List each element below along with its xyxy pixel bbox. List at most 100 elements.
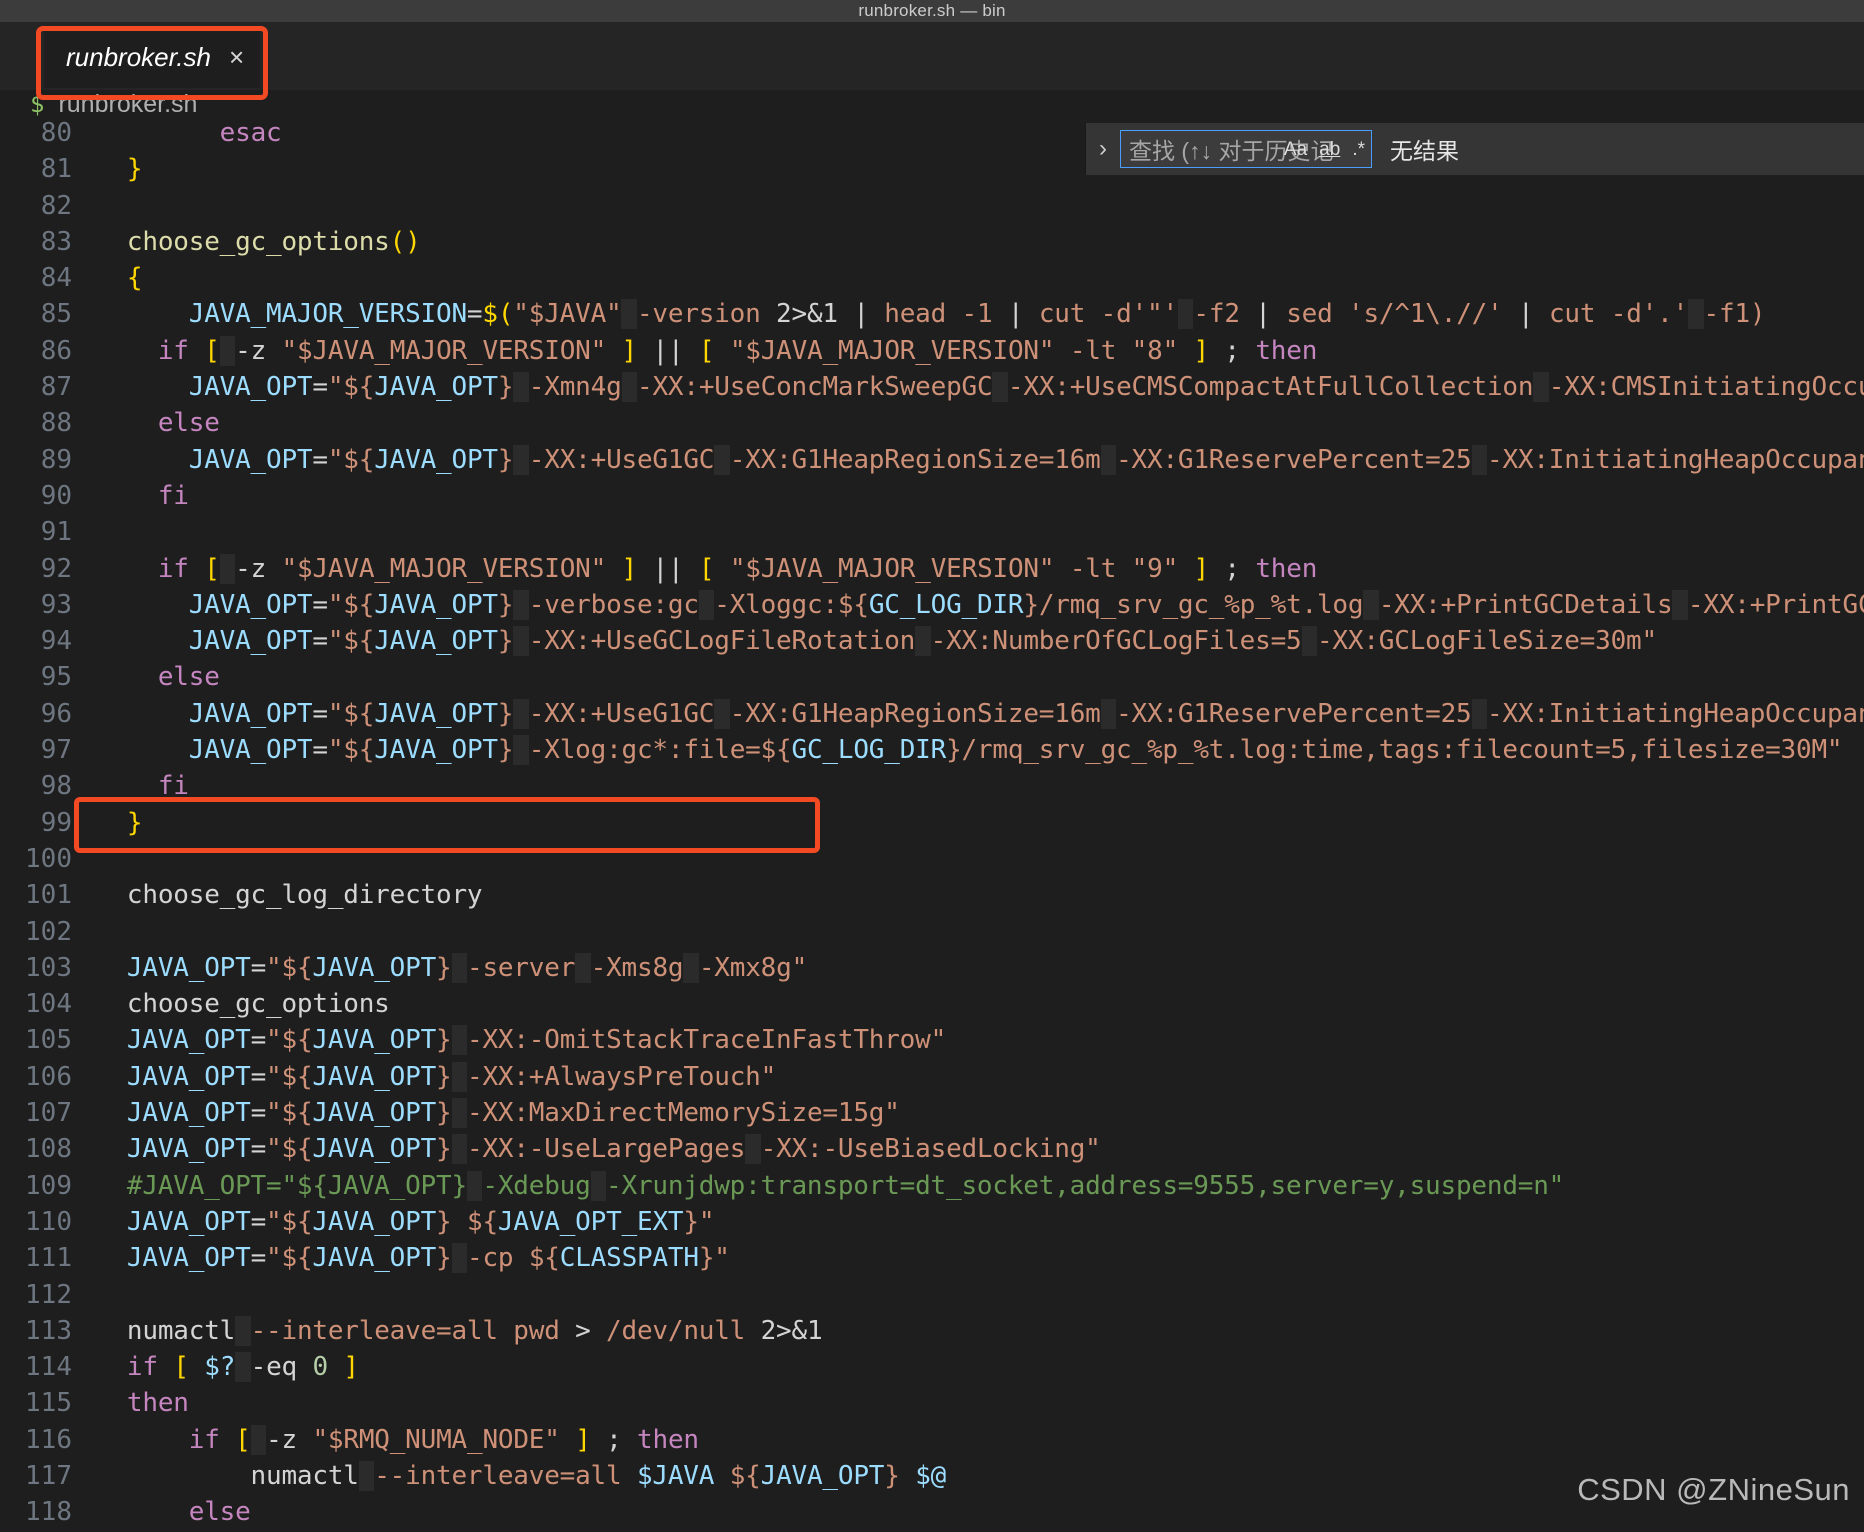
code-token: [ — [698, 335, 715, 366]
code-token — [745, 1134, 761, 1165]
code-line[interactable]: 98 fi — [0, 771, 1864, 807]
code-token: "${ — [266, 1025, 313, 1056]
code-line[interactable]: 107 JAVA_OPT="${JAVA_OPT} -XX:MaxDirectM… — [0, 1098, 1864, 1134]
breadcrumb-file-name[interactable]: runbroker.sh — [58, 90, 197, 119]
code-line[interactable]: 101 choose_gc_log_directory — [0, 880, 1864, 916]
line-number: 116 — [25, 1424, 72, 1455]
code-token — [451, 1098, 467, 1129]
code-text: fi — [96, 771, 189, 801]
code-line[interactable]: 99 } — [0, 808, 1864, 844]
code-token: JAVA_MAJOR_VERSION — [188, 299, 467, 330]
code-line[interactable]: 88 else — [0, 408, 1864, 444]
code-text: choose_gc_options — [96, 989, 390, 1019]
code-line[interactable]: 90 fi — [0, 481, 1864, 517]
line-number: 99 — [40, 807, 72, 838]
code-token: }" — [698, 1243, 730, 1274]
code-line[interactable]: 109 #JAVA_OPT="${JAVA_OPT} -Xdebug -Xrun… — [0, 1170, 1864, 1207]
code-line[interactable]: 106 JAVA_OPT="${JAVA_OPT} -XX:+AlwaysPre… — [0, 1061, 1864, 1098]
code-token: = — [250, 1098, 267, 1129]
code-token: JAVA_OPT — [126, 1134, 251, 1165]
find-input[interactable]: 查找 (↑↓ 对于历史记 Aa ab .* — [1120, 130, 1372, 168]
code-line[interactable]: 94 JAVA_OPT="${JAVA_OPT} -XX:+UseGCLogFi… — [0, 626, 1864, 662]
code-token: "9" — [1131, 553, 1179, 584]
code-token: = — [250, 1061, 267, 1092]
code-token — [513, 626, 529, 657]
breadcrumb[interactable]: $ runbroker.sh — [0, 90, 1864, 118]
code-line[interactable]: 100 — [0, 844, 1864, 880]
code-line[interactable]: 102 — [0, 917, 1864, 953]
code-token: = — [466, 299, 483, 330]
tab-runbroker-sh[interactable]: runbroker.sh × — [44, 26, 260, 88]
code-line[interactable]: 95 else — [0, 662, 1864, 698]
close-icon[interactable]: × — [229, 44, 244, 70]
regex-icon[interactable]: .* — [1348, 138, 1369, 161]
code-text: JAVA_OPT="${JAVA_OPT} -cp ${CLASSPATH}" — [96, 1243, 730, 1274]
code-token: /dev/null — [590, 1315, 761, 1346]
code-token: }" — [683, 1206, 715, 1237]
code-line[interactable]: 115 then — [0, 1388, 1864, 1424]
code-text: JAVA_OPT="${JAVA_OPT} -XX:+UseG1GC -XX:G… — [96, 698, 1864, 729]
match-case-icon[interactable]: Aa — [1280, 138, 1311, 161]
line-number: 113 — [25, 1315, 72, 1346]
code-line[interactable]: 113 numactl --interleave=all pwd > /dev/… — [0, 1315, 1864, 1352]
code-line[interactable]: 110 JAVA_OPT="${JAVA_OPT} ${JAVA_OPT_EXT… — [0, 1207, 1864, 1243]
code-line[interactable]: 96 JAVA_OPT="${JAVA_OPT} -XX:+UseG1GC -X… — [0, 698, 1864, 735]
code-line[interactable]: 103 JAVA_OPT="${JAVA_OPT} -server -Xms8g… — [0, 952, 1864, 989]
code-token — [1100, 444, 1117, 475]
code-token: $? — [204, 1352, 236, 1383]
code-line[interactable]: 87 JAVA_OPT="${JAVA_OPT} -Xmn4g -XX:+Use… — [0, 372, 1864, 408]
code-line[interactable]: 85 JAVA_MAJOR_VERSION=$("$JAVA" -version… — [0, 299, 1864, 335]
code-line[interactable]: 114 if [ $? -eq 0 ] — [0, 1352, 1864, 1388]
code-token: JAVA_OPT — [312, 1243, 437, 1274]
code-line[interactable]: 82 — [0, 191, 1864, 227]
code-token — [235, 1315, 251, 1346]
whole-word-icon[interactable]: ab — [1315, 138, 1344, 161]
code-line[interactable]: 104 choose_gc_options — [0, 989, 1864, 1025]
code-editor[interactable]: 80 esac 81 } 82 83 choose_gc_options() 84 {8… — [0, 118, 1864, 1532]
code-line[interactable]: 89 JAVA_OPT="${JAVA_OPT} -XX:+UseG1GC -X… — [0, 444, 1864, 481]
code-token: } — [436, 1025, 452, 1056]
code-line[interactable]: 116 if [ -z "$RMQ_NUMA_NODE" ] ; then — [0, 1424, 1864, 1461]
code-line[interactable]: 111 JAVA_OPT="${JAVA_OPT} -cp ${CLASSPAT… — [0, 1243, 1864, 1279]
code-line[interactable]: 86 if [ -z "$JAVA_MAJOR_VERSION" ] || [ … — [0, 335, 1864, 372]
code-token: "${ — [266, 1061, 313, 1092]
code-token: || — [652, 553, 684, 584]
code-line[interactable]: 93 JAVA_OPT="${JAVA_OPT} -verbose:gc -Xl… — [0, 589, 1864, 626]
window-title-bar: runbroker.sh — bin — [0, 0, 1864, 22]
code-line[interactable]: 84 { — [0, 263, 1864, 299]
code-token — [1177, 299, 1194, 330]
code-token: -XX:+UseG1GC — [528, 444, 715, 475]
code-line[interactable]: 97 JAVA_OPT="${JAVA_OPT} -Xlog:gc*:file=… — [0, 735, 1864, 771]
find-widget[interactable]: › 查找 (↑↓ 对于历史记 Aa ab .* 无结果 — [1085, 123, 1864, 175]
code-line[interactable]: 112 — [0, 1280, 1864, 1316]
code-line[interactable]: 83 choose_gc_options() — [0, 227, 1864, 263]
code-token: ; — [1208, 553, 1256, 584]
code-token: = — [250, 1134, 267, 1165]
code-token: "${ — [327, 589, 375, 620]
code-token — [698, 589, 715, 620]
code-line[interactable]: 92 if [ -z "$JAVA_MAJOR_VERSION" ] || [ … — [0, 553, 1864, 590]
code-token: > — [575, 1315, 591, 1346]
chevron-right-icon[interactable]: › — [1086, 135, 1120, 163]
code-token: -XX:G1ReservePercent=25 — [1116, 698, 1472, 729]
code-line[interactable]: 91 — [0, 517, 1864, 553]
code-token — [683, 952, 699, 983]
code-line[interactable]: 105 JAVA_OPT="${JAVA_OPT} -XX:-OmitStack… — [0, 1025, 1864, 1061]
code-text: { — [96, 263, 143, 293]
code-line[interactable]: 108 JAVA_OPT="${JAVA_OPT} -XX:-UseLargeP… — [0, 1134, 1864, 1170]
